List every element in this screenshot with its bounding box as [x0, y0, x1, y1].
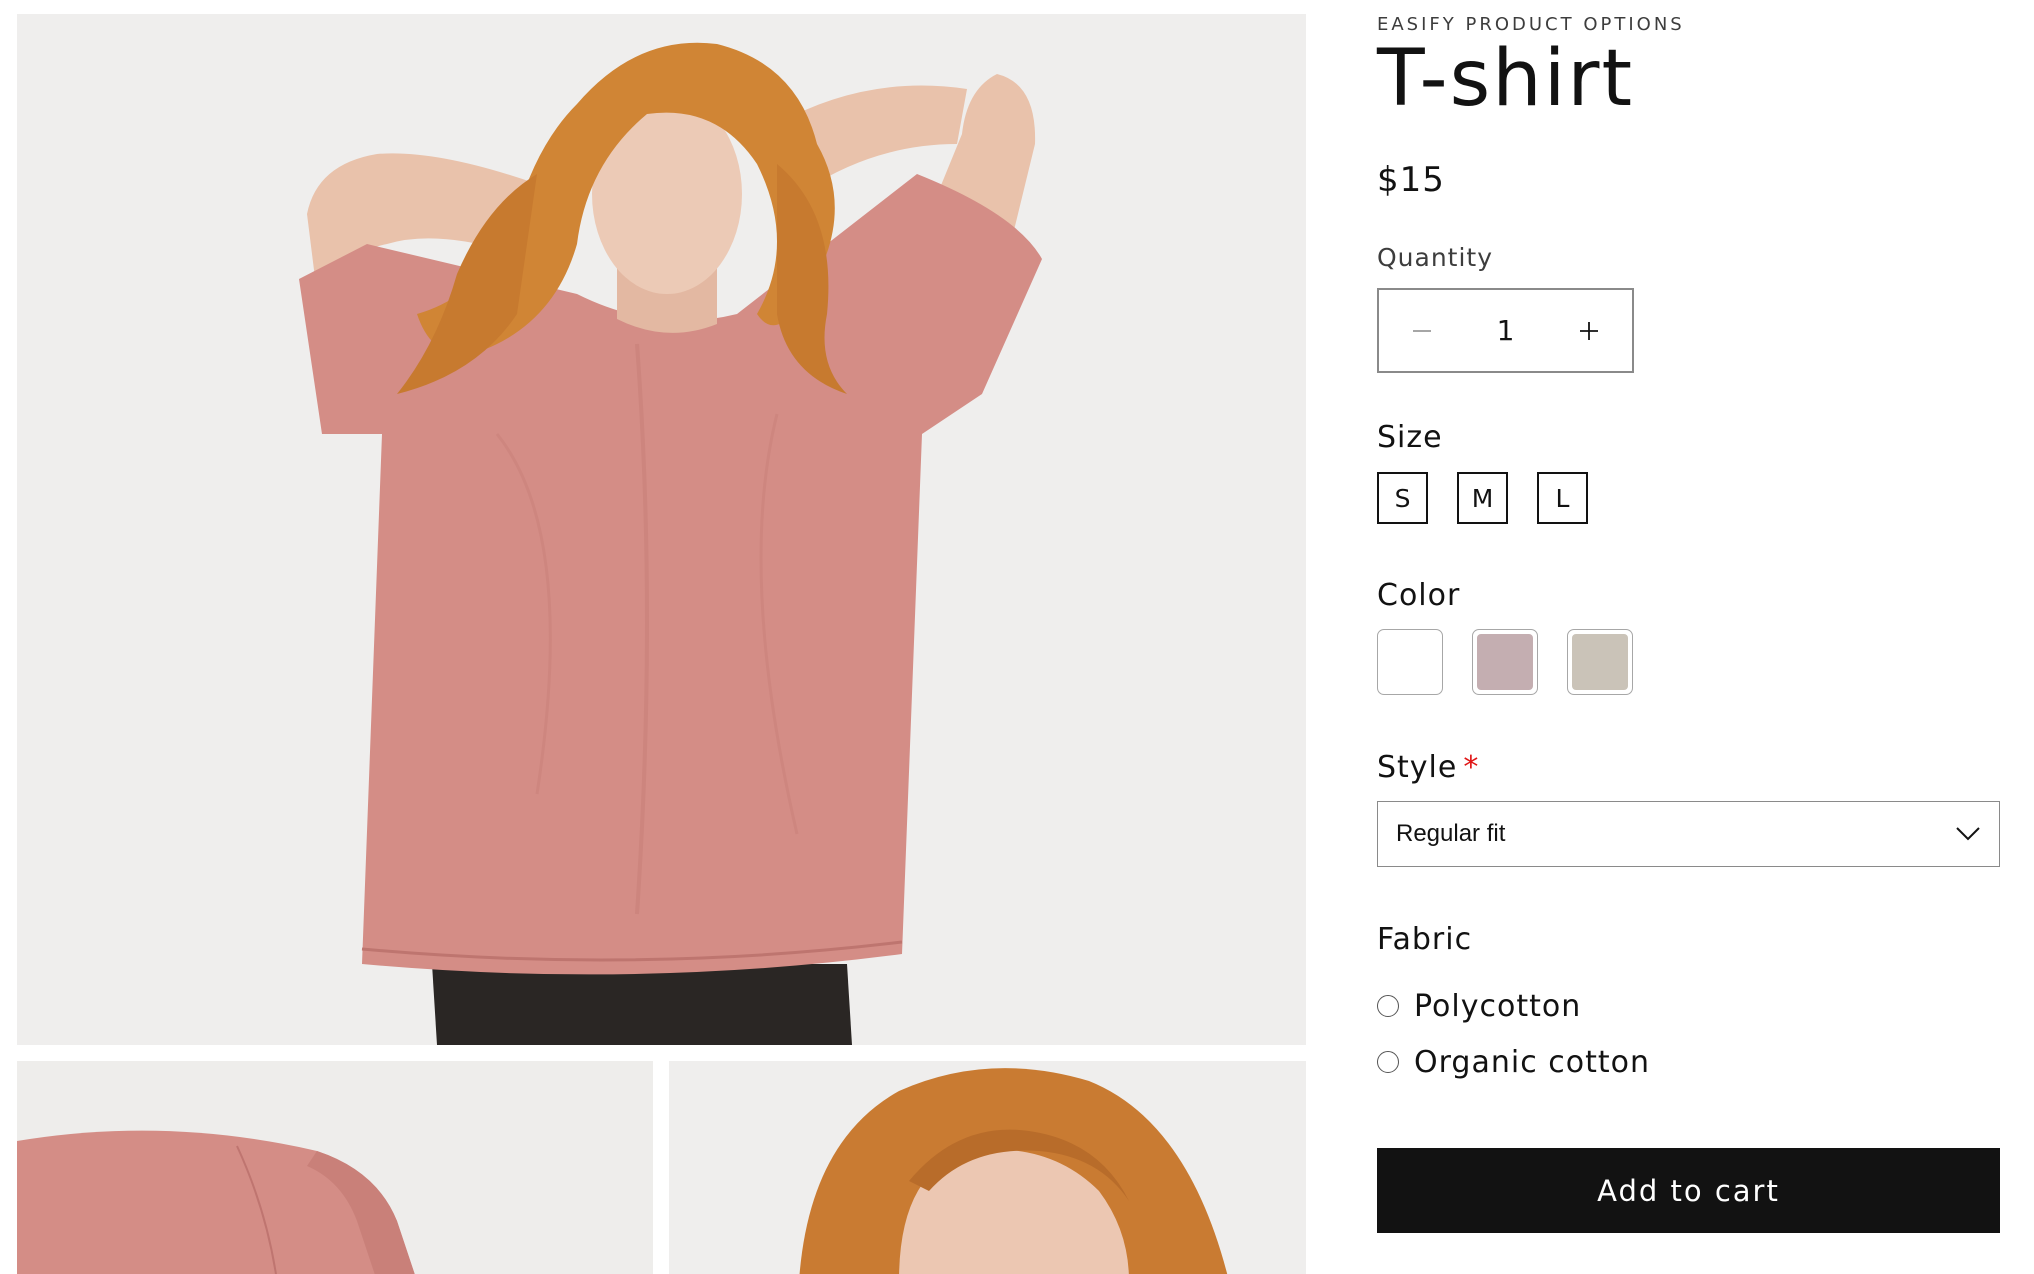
fabric-option-label: Polycotton — [1414, 988, 1582, 1024]
quantity-input[interactable]: 1 — [1466, 314, 1546, 347]
quantity-increase-button[interactable] — [1568, 310, 1610, 352]
color-swatch-fill — [1382, 634, 1438, 690]
quantity-decrease-button[interactable] — [1401, 310, 1443, 352]
color-swatch-beige[interactable] — [1567, 629, 1633, 695]
size-options: S M L — [1377, 472, 1588, 524]
product-vendor: EASIFY PRODUCT OPTIONS — [1377, 14, 1685, 35]
required-marker: * — [1463, 750, 1480, 785]
face-detail-illustration — [669, 1061, 1306, 1274]
sleeve-detail-illustration — [17, 1061, 653, 1274]
model-photo-illustration — [17, 14, 1306, 1045]
fabric-option-label: Organic cotton — [1414, 1044, 1650, 1080]
product-thumbnail-face[interactable] — [669, 1061, 1306, 1274]
fabric-option-polycotton[interactable]: Polycotton — [1377, 978, 1650, 1034]
style-label-row: Style * — [1377, 750, 1479, 785]
size-option-l[interactable]: L — [1537, 472, 1588, 524]
fabric-label: Fabric — [1377, 922, 1473, 957]
add-to-cart-button[interactable]: Add to cart — [1377, 1148, 2000, 1233]
size-option-m[interactable]: M — [1457, 472, 1508, 524]
color-swatch-fill — [1572, 634, 1628, 690]
style-selected-value: Regular fit — [1396, 820, 1506, 847]
quantity-label: Quantity — [1377, 243, 1494, 272]
style-label: Style — [1377, 750, 1458, 785]
size-label: Size — [1377, 420, 1443, 455]
fabric-options: Polycotton Organic cotton — [1377, 978, 1650, 1090]
color-swatch-fill — [1477, 634, 1533, 690]
color-swatch-white[interactable] — [1377, 629, 1443, 695]
product-info-panel: EASIFY PRODUCT OPTIONS T-shirt $15 Quant… — [1377, 0, 2000, 1274]
product-price: $15 — [1377, 160, 1445, 200]
chevron-down-icon — [1956, 827, 1980, 841]
minus-icon — [1413, 329, 1431, 332]
product-thumbnail-sleeve[interactable] — [17, 1061, 653, 1274]
color-swatch-mauve[interactable] — [1472, 629, 1538, 695]
product-title: T-shirt — [1377, 34, 1635, 124]
color-options — [1377, 629, 1633, 695]
color-label: Color — [1377, 578, 1461, 613]
product-main-image[interactable] — [17, 14, 1306, 1045]
fabric-option-organic-cotton[interactable]: Organic cotton — [1377, 1034, 1650, 1090]
plus-icon — [1580, 321, 1598, 340]
size-option-s[interactable]: S — [1377, 472, 1428, 524]
radio-button[interactable] — [1377, 1051, 1399, 1073]
style-select[interactable]: Regular fit — [1377, 801, 2000, 867]
quantity-stepper: 1 — [1377, 288, 1634, 373]
radio-button[interactable] — [1377, 995, 1399, 1017]
